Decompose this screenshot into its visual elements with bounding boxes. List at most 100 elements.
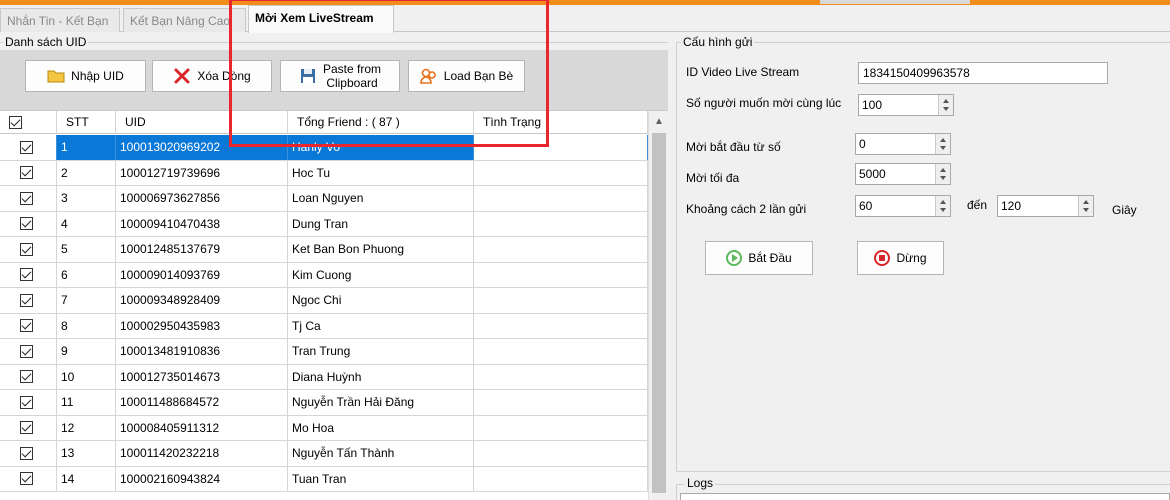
stepper-arrows-icon[interactable] — [935, 164, 950, 184]
select-all-checkbox[interactable] — [9, 115, 22, 129]
row-stt: 5 — [57, 237, 116, 262]
row-checkbox[interactable] — [20, 242, 33, 256]
invite-count-stepper[interactable]: 100 — [858, 94, 954, 116]
video-id-input[interactable]: 1834150409963578 — [858, 62, 1108, 84]
row-uid: 100013020969202 — [116, 135, 288, 160]
table-row[interactable]: 14 100002160943824 Tuan Tran — [0, 466, 648, 492]
max-invite-value: 5000 — [859, 167, 886, 181]
table-row[interactable]: 9 100013481910836 Tran Trung — [0, 339, 648, 365]
load-friends-label: Load Bạn Bè — [443, 69, 514, 83]
row-status — [474, 390, 648, 415]
max-invite-stepper[interactable]: 5000 — [855, 163, 951, 185]
row-checkbox-cell[interactable] — [0, 339, 57, 364]
row-checkbox[interactable] — [20, 293, 33, 307]
row-checkbox-cell[interactable] — [0, 466, 57, 491]
row-checkbox[interactable] — [20, 344, 33, 358]
start-button-label: Bắt Đầu — [748, 251, 792, 265]
row-checkbox[interactable] — [20, 217, 33, 231]
select-all-checkbox-cell[interactable] — [0, 111, 57, 133]
column-header-friends[interactable]: Tổng Friend : ( 87 ) — [288, 111, 474, 133]
grid-vertical-scrollbar[interactable]: ▲ — [648, 111, 668, 500]
play-icon — [726, 250, 743, 266]
scroll-thumb[interactable] — [652, 133, 666, 493]
row-stt: 7 — [57, 288, 116, 313]
row-checkbox-cell[interactable] — [0, 288, 57, 313]
row-checkbox[interactable] — [20, 472, 33, 486]
stepper-arrows-icon[interactable] — [935, 134, 950, 154]
table-row[interactable]: 12 100008405911312 Mo Hoa — [0, 415, 648, 441]
paste-clipboard-button[interactable]: Paste from Clipboard — [280, 60, 400, 92]
row-checkbox-cell[interactable] — [0, 262, 57, 287]
row-checkbox-cell[interactable] — [0, 313, 57, 338]
table-row[interactable]: 1 100013020969202 Hanly Vo — [0, 135, 648, 161]
table-row[interactable]: 7 100009348928409 Ngoc Chi — [0, 288, 648, 314]
row-status — [474, 237, 648, 262]
stepper-arrows-icon[interactable] — [1078, 196, 1093, 216]
table-row[interactable]: 2 100012719739696 Hoc Tu — [0, 160, 648, 186]
row-checkbox-cell[interactable] — [0, 441, 57, 466]
table-row[interactable]: 10 100012735014673 Diana Huỳnh — [0, 364, 648, 390]
interval-min-stepper[interactable]: 60 — [855, 195, 951, 217]
row-checkbox-cell[interactable] — [0, 364, 57, 389]
start-button[interactable]: Bắt Đầu — [705, 241, 813, 275]
invite-count-value: 100 — [862, 98, 883, 112]
load-friends-button[interactable]: Load Bạn Bè — [408, 60, 525, 92]
row-checkbox-cell[interactable] — [0, 186, 57, 211]
table-row[interactable]: 5 100012485137679 Ket Ban Bon Phuong — [0, 237, 648, 263]
row-checkbox[interactable] — [20, 319, 33, 333]
row-friend-name: Nguyễn Trần Hải Đăng — [288, 390, 474, 415]
row-stt: 3 — [57, 186, 116, 211]
row-status — [474, 313, 648, 338]
row-checkbox[interactable] — [20, 191, 33, 205]
table-row[interactable]: 11 100011488684572 Nguyễn Trần Hải Đăng — [0, 390, 648, 416]
row-uid: 100012735014673 — [116, 364, 288, 389]
logs-textarea[interactable] — [680, 493, 1170, 500]
stop-button-label: Dừng — [896, 251, 927, 265]
tab-nhan-tin-ket-ban[interactable]: Nhắn Tin - Kết Bạn — [0, 8, 120, 32]
row-checkbox[interactable] — [20, 166, 33, 180]
row-checkbox[interactable] — [20, 268, 33, 282]
stepper-arrows-icon[interactable] — [935, 196, 950, 216]
stop-button[interactable]: Dừng — [857, 241, 944, 275]
row-checkbox[interactable] — [20, 421, 33, 435]
row-friend-name: Nguyễn Tấn Thành — [288, 441, 474, 466]
table-row[interactable]: 3 100006973627856 Loan Nguyen — [0, 186, 648, 212]
import-uid-button[interactable]: Nhập UID — [25, 60, 146, 92]
paste-clipboard-label: Paste from Clipboard — [323, 62, 381, 90]
row-checkbox[interactable] — [20, 370, 33, 384]
table-row[interactable]: 8 100002950435983 Tj Ca — [0, 313, 648, 339]
row-checkbox-cell[interactable] — [0, 390, 57, 415]
row-uid: 100002950435983 — [116, 313, 288, 338]
row-status — [474, 415, 648, 440]
row-checkbox[interactable] — [20, 446, 33, 460]
table-row[interactable]: 13 100011420232218 Nguyễn Tấn Thành — [0, 441, 648, 467]
column-header-status[interactable]: Tình Trạng — [474, 111, 648, 133]
start-from-stepper[interactable]: 0 — [855, 133, 951, 155]
stepper-arrows-icon[interactable] — [938, 95, 953, 115]
column-header-uid[interactable]: UID — [116, 111, 288, 133]
row-friend-name: Loan Nguyen — [288, 186, 474, 211]
row-checkbox-cell[interactable] — [0, 160, 57, 185]
row-checkbox[interactable] — [20, 395, 33, 409]
import-uid-label: Nhập UID — [71, 69, 124, 83]
row-checkbox[interactable] — [20, 140, 33, 154]
row-stt: 12 — [57, 415, 116, 440]
delete-row-button[interactable]: Xóa Dòng — [152, 60, 272, 92]
interval-max-stepper[interactable]: 120 — [997, 195, 1094, 217]
row-checkbox-cell[interactable] — [0, 237, 57, 262]
tab-moi-xem-livestream[interactable]: Mời Xem LiveStream — [248, 5, 394, 33]
column-header-stt[interactable]: STT — [57, 111, 116, 133]
tab-ket-ban-nang-cao[interactable]: Kết Bạn Nâng Cao — [123, 8, 246, 32]
row-uid: 100009014093769 — [116, 262, 288, 287]
table-row[interactable]: 6 100009014093769 Kim Cuong — [0, 262, 648, 288]
row-checkbox-cell[interactable] — [0, 415, 57, 440]
scroll-up-icon[interactable]: ▲ — [649, 111, 668, 131]
table-row[interactable]: 4 100009410470438 Dung Tran — [0, 211, 648, 237]
row-friend-name: Mo Hoa — [288, 415, 474, 440]
folder-icon — [47, 67, 65, 85]
row-uid: 100009410470438 — [116, 211, 288, 236]
row-uid: 100011420232218 — [116, 441, 288, 466]
tab-strip: Nhắn Tin - Kết Bạn Kết Bạn Nâng Cao Mời … — [0, 5, 1170, 33]
row-checkbox-cell[interactable] — [0, 135, 57, 160]
row-checkbox-cell[interactable] — [0, 211, 57, 236]
